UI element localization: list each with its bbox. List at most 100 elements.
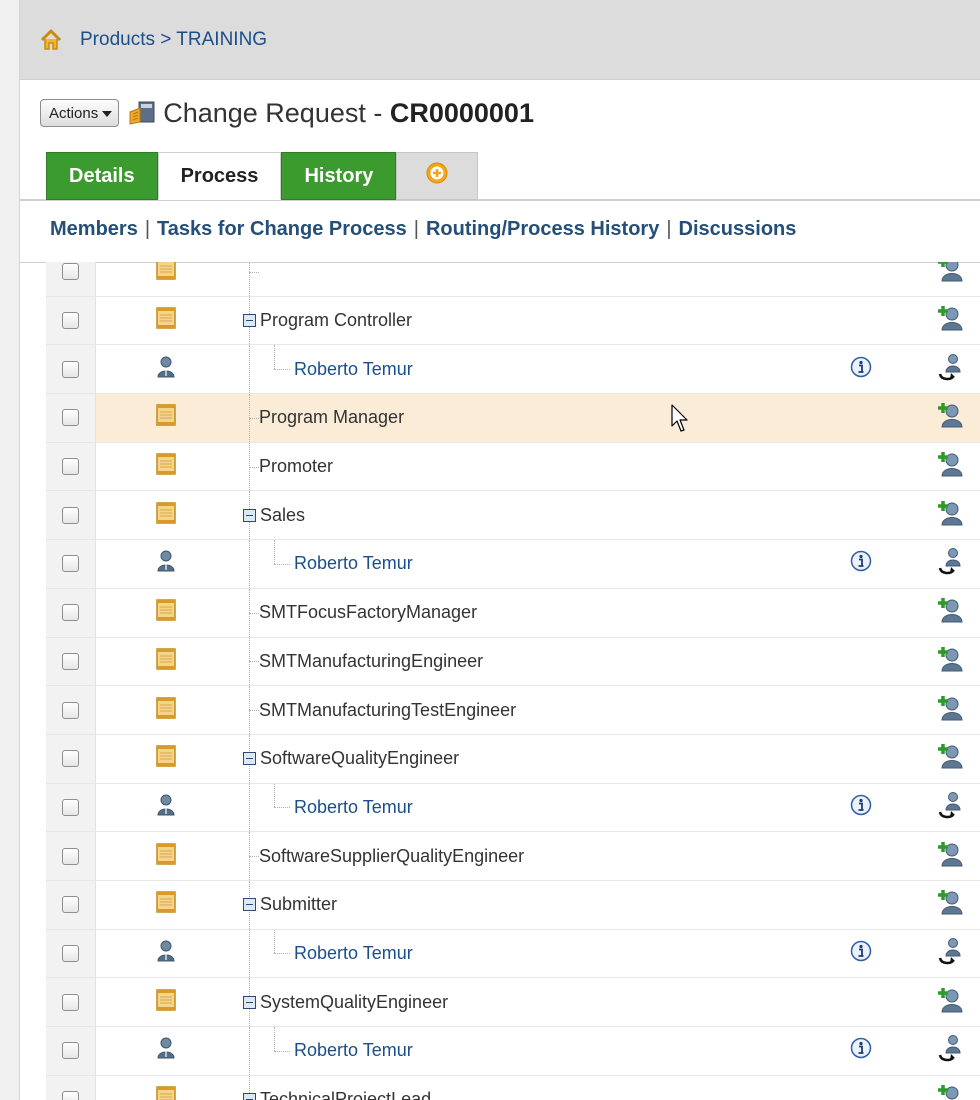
member-name-link[interactable]: Roberto Temur (294, 797, 413, 818)
subnav-routing-history[interactable]: Routing/Process History (426, 218, 659, 241)
row-checkbox[interactable] (62, 409, 79, 427)
row-checkbox[interactable] (62, 798, 79, 816)
add-member-icon[interactable] (936, 1084, 964, 1100)
member-row[interactable]: Roberto Temur (46, 540, 980, 589)
collapse-icon[interactable] (243, 995, 256, 1009)
role-row[interactable]: Submitter (46, 880, 980, 930)
info-icon[interactable] (850, 794, 872, 821)
role-name: Promoter (259, 456, 334, 477)
add-member-icon[interactable] (936, 402, 964, 433)
row-checkbox[interactable] (62, 360, 79, 378)
member-row[interactable]: Roberto Temur (46, 345, 980, 395)
type-icon-cell (96, 842, 236, 870)
row-checkbox[interactable] (62, 1042, 79, 1060)
tree-node: Sales (236, 505, 305, 526)
reassign-user-icon[interactable] (936, 353, 964, 386)
collapse-icon[interactable] (243, 508, 256, 522)
role-row[interactable]: Program Controller (46, 296, 980, 346)
role-row[interactable]: SMTFocusFactoryManager (46, 588, 980, 638)
member-row[interactable]: Roberto Temur (46, 1027, 980, 1076)
info-icon[interactable] (850, 550, 872, 577)
home-icon[interactable] (40, 29, 62, 51)
role-row[interactable]: SoftwareSupplierQualityEngineer (46, 832, 980, 881)
actions-menu-button[interactable]: Actions (40, 99, 120, 127)
role-row[interactable]: Sales (46, 491, 980, 541)
role-row[interactable]: Program Manager (46, 394, 980, 443)
role-row[interactable] (46, 262, 980, 297)
tree-name-cell: Roberto Temur (236, 1027, 826, 1075)
role-row[interactable]: TechnicalProjectLead (46, 1075, 980, 1100)
members-grid-body: Program Controller Roberto Temur Program M… (46, 262, 980, 1100)
reassign-user-icon[interactable] (936, 1034, 964, 1067)
row-checkbox[interactable] (62, 458, 79, 476)
breadcrumb-current[interactable]: TRAINING (176, 29, 267, 50)
subnav-tasks[interactable]: Tasks for Change Process (157, 218, 407, 241)
add-tab-button[interactable] (396, 152, 479, 200)
role-icon (155, 988, 177, 1016)
row-checkbox[interactable] (62, 944, 79, 962)
reassign-user-icon[interactable] (936, 791, 964, 824)
subnav-discussions[interactable]: Discussions (679, 218, 797, 241)
add-member-icon[interactable] (936, 646, 964, 677)
row-checkbox[interactable] (62, 701, 79, 719)
row-checkbox[interactable] (62, 555, 79, 573)
role-row[interactable]: SoftwareQualityEngineer (46, 734, 980, 784)
role-icon (155, 696, 177, 724)
collapse-icon[interactable] (243, 752, 256, 766)
add-member-icon[interactable] (936, 695, 964, 726)
row-checkbox[interactable] (62, 263, 79, 281)
tab-details[interactable]: Details (46, 152, 158, 200)
member-name-link[interactable]: Roberto Temur (294, 1040, 413, 1061)
add-member-icon[interactable] (936, 597, 964, 628)
row-checkbox[interactable] (62, 750, 79, 768)
add-member-icon[interactable] (936, 500, 964, 531)
row-checkbox[interactable] (62, 652, 79, 670)
add-member-icon[interactable] (936, 305, 964, 336)
member-name-link[interactable]: Roberto Temur (294, 943, 413, 964)
tree-connector (249, 262, 250, 296)
info-icon[interactable] (850, 356, 872, 383)
info-icon[interactable] (850, 940, 872, 967)
row-checkbox[interactable] (62, 896, 79, 914)
tree-node: TechnicalProjectLead (236, 1089, 431, 1100)
add-member-icon[interactable] (936, 451, 964, 482)
role-name: TechnicalProjectLead (260, 1089, 432, 1100)
member-row[interactable]: Roberto Temur (46, 783, 980, 833)
row-checkbox[interactable] (62, 506, 79, 524)
collapse-icon[interactable] (243, 314, 256, 328)
row-checkbox[interactable] (62, 1091, 79, 1100)
breadcrumb: Products > TRAINING (80, 29, 267, 51)
subnav-members[interactable]: Members (50, 218, 138, 241)
add-member-icon[interactable] (936, 841, 964, 872)
member-row[interactable]: Roberto Temur (46, 929, 980, 979)
page-title-prefix: Change Request - (163, 97, 390, 128)
member-name-link[interactable]: Roberto Temur (294, 359, 413, 380)
tree-name-cell: SMTManufacturingEngineer (236, 637, 826, 686)
role-row[interactable]: SMTManufacturingEngineer (46, 637, 980, 687)
member-name-link[interactable]: Roberto Temur (294, 553, 413, 574)
add-member-icon[interactable] (936, 889, 964, 920)
collapse-icon[interactable] (243, 898, 256, 912)
breadcrumb-products-link[interactable]: Products (80, 29, 155, 50)
reassign-user-icon[interactable] (936, 937, 964, 970)
add-member-icon[interactable] (936, 743, 964, 774)
tab-process[interactable]: Process (157, 152, 282, 200)
type-icon-cell (96, 1037, 236, 1064)
person-icon (157, 794, 175, 821)
action-cell (896, 743, 980, 774)
tab-history[interactable]: History (281, 152, 397, 200)
add-member-icon[interactable] (936, 262, 964, 287)
row-checkbox[interactable] (62, 604, 79, 622)
role-row[interactable]: Promoter (46, 442, 980, 492)
row-checkbox[interactable] (62, 312, 79, 330)
tree-node: Roberto Temur (236, 553, 413, 574)
subnav-separator: | (144, 218, 151, 240)
add-member-icon[interactable] (936, 987, 964, 1018)
row-checkbox[interactable] (62, 847, 79, 865)
info-icon[interactable] (850, 1037, 872, 1064)
collapse-icon[interactable] (243, 1093, 256, 1100)
role-row[interactable]: SMTManufacturingTestEngineer (46, 686, 980, 735)
row-checkbox[interactable] (62, 993, 79, 1011)
role-row[interactable]: SystemQualityEngineer (46, 978, 980, 1027)
reassign-user-icon[interactable] (936, 547, 964, 580)
